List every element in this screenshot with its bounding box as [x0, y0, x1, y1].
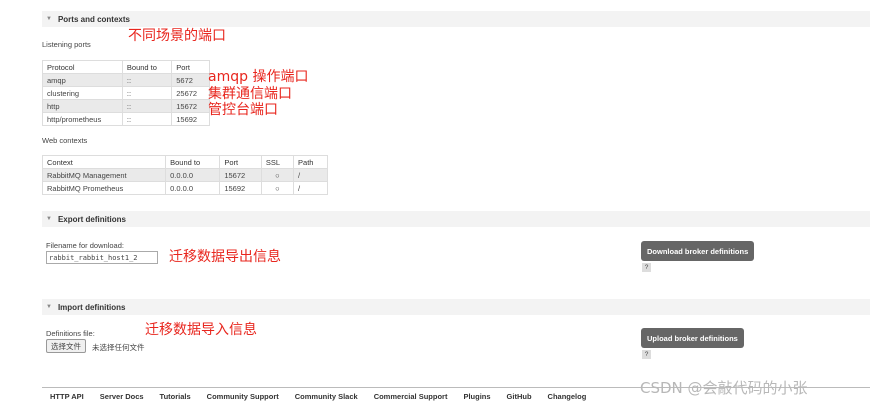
- upload-definitions-button[interactable]: Upload broker definitions: [641, 328, 744, 348]
- download-definitions-button[interactable]: Download broker definitions: [641, 241, 755, 261]
- table-cell: ::: [121, 86, 173, 100]
- footer-link-plugins[interactable]: Plugins: [463, 392, 490, 401]
- ports-section-title: Ports and contexts: [57, 14, 130, 24]
- table-row: RabbitMQ Prometheus 0.0.0.0 15692 ○ /: [41, 181, 328, 195]
- column-header: Context: [41, 155, 167, 169]
- listening-ports-table: Protocol Bound to Port amqp :: 5672 clus…: [42, 60, 210, 126]
- table-row: RabbitMQ Management 0.0.0.0 15672 ○ /: [41, 168, 328, 182]
- annotation-management: 管控台端口: [208, 102, 278, 118]
- footer-link-server-docs[interactable]: Server Docs: [100, 392, 144, 401]
- table-cell: http/prometheus: [42, 112, 123, 126]
- annotation-import: 迁移数据导入信息: [145, 322, 257, 338]
- table-cell: 15672: [171, 99, 210, 113]
- table-cell: /: [293, 181, 328, 195]
- table-cell: 15672: [219, 168, 262, 182]
- import-section-header[interactable]: ▼ Import definitions: [42, 299, 870, 315]
- table-cell: RabbitMQ Prometheus: [41, 181, 167, 195]
- web-contexts-table: Context Bound to Port SSL Path RabbitMQ …: [41, 155, 328, 195]
- table-cell: 25672: [171, 86, 210, 100]
- triangle-down-icon: ▼: [46, 16, 52, 22]
- footer-link-github[interactable]: GitHub: [507, 392, 532, 401]
- table-cell: http: [42, 99, 123, 113]
- triangle-down-icon: ▼: [46, 216, 52, 222]
- column-header: Path: [293, 155, 328, 169]
- column-header: Port: [171, 60, 210, 74]
- table-row: amqp :: 5672: [42, 73, 210, 87]
- definitions-file-label: Definitions file:: [46, 329, 95, 338]
- footer-link-commercial-support[interactable]: Commercial Support: [374, 392, 448, 401]
- table-cell: 0.0.0.0: [165, 181, 221, 195]
- web-contexts-label: Web contexts: [42, 136, 88, 145]
- table-cell: 5672: [171, 73, 210, 87]
- listening-ports-label: Listening ports: [42, 40, 91, 49]
- import-section-title: Import definitions: [57, 302, 126, 312]
- export-section-header[interactable]: ▼ Export definitions: [42, 211, 870, 227]
- table-cell: ::: [121, 99, 173, 113]
- no-file-text: 未选择任何文件: [92, 343, 145, 352]
- ports-section-header[interactable]: ▼ Ports and contexts: [42, 11, 870, 27]
- annotation-amqp: amqp 操作端口: [208, 69, 309, 85]
- table-cell: amqp: [42, 73, 123, 87]
- triangle-down-icon: ▼: [46, 304, 52, 310]
- table-cell: 15692: [219, 181, 262, 195]
- help-icon[interactable]: ?: [642, 263, 651, 272]
- table-cell: 15692: [171, 112, 210, 126]
- column-header: Port: [219, 155, 262, 169]
- footer-link-tutorials[interactable]: Tutorials: [160, 392, 191, 401]
- table-row: clustering :: 25672: [42, 86, 210, 100]
- footer-link-http-api[interactable]: HTTP API: [50, 392, 84, 401]
- table-row: http :: 15672: [42, 99, 210, 113]
- annotation-export: 迁移数据导出信息: [169, 249, 281, 265]
- watermark: CSDN @会敲代码的小张: [640, 379, 808, 397]
- table-cell: ::: [121, 73, 173, 87]
- column-header: SSL: [260, 155, 295, 169]
- column-header: Protocol: [42, 60, 123, 74]
- footer-link-community-support[interactable]: Community Support: [207, 392, 279, 401]
- table-cell: RabbitMQ Management: [41, 168, 167, 182]
- table-cell: ::: [121, 112, 173, 126]
- table-cell: /: [293, 168, 328, 182]
- footer-link-changelog[interactable]: Changelog: [548, 392, 587, 401]
- footer-link-community-slack[interactable]: Community Slack: [295, 392, 358, 401]
- annotation-scenario-ports: 不同场景的端口: [128, 28, 226, 44]
- export-section-title: Export definitions: [57, 214, 126, 224]
- ssl-indicator: ○: [260, 181, 295, 195]
- footer-links: HTTP API Server Docs Tutorials Community…: [50, 392, 586, 401]
- column-header: Bound to: [121, 60, 173, 74]
- filename-input[interactable]: rabbit_rabbit_host1_2: [46, 251, 158, 264]
- help-icon[interactable]: ?: [642, 350, 651, 359]
- column-header: Bound to: [165, 155, 221, 169]
- ssl-indicator: ○: [260, 168, 295, 182]
- table-cell: clustering: [42, 86, 123, 100]
- table-cell: 0.0.0.0: [165, 168, 221, 182]
- annotation-cluster: 集群通信端口: [208, 86, 292, 102]
- choose-file-button[interactable]: 选择文件: [46, 339, 86, 353]
- filename-label: Filename for download:: [46, 241, 124, 250]
- table-row: http/prometheus :: 15692: [42, 112, 210, 126]
